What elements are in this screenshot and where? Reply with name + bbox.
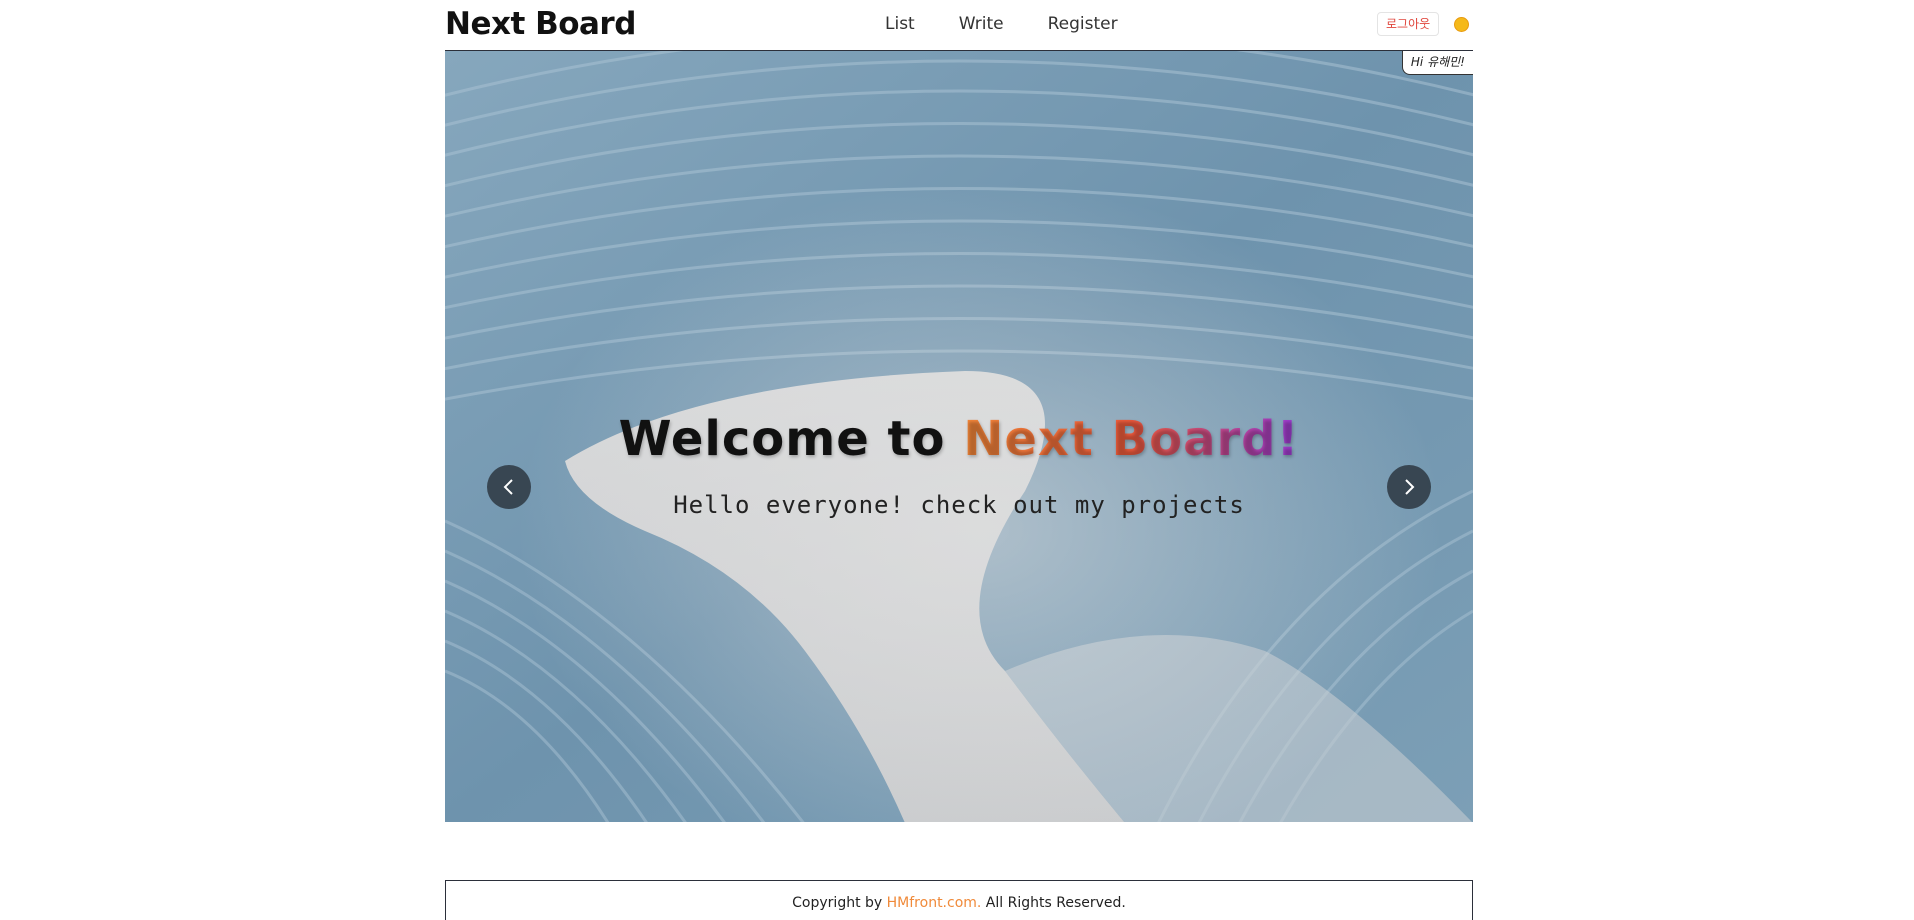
nav-list-link[interactable]: List [885, 14, 915, 34]
chevron-right-icon [1405, 479, 1415, 495]
carousel-next-button[interactable] [1387, 465, 1431, 509]
footer-suffix: All Rights Reserved. [981, 895, 1126, 911]
hero-title-prefix: Welcome to [618, 411, 964, 467]
footer-prefix: Copyright by [792, 895, 887, 911]
main-nav: List Write Register [885, 14, 1118, 34]
nav-register-link[interactable]: Register [1048, 14, 1118, 34]
chevron-left-icon [503, 479, 513, 495]
site-logo[interactable]: Next Board [445, 6, 636, 42]
sun-icon[interactable] [1454, 17, 1469, 32]
nav-write-link[interactable]: Write [959, 14, 1004, 34]
user-greeting: Hi 유해민! [1401, 51, 1473, 75]
hero-title: Welcome to Next Board! [445, 411, 1473, 467]
logout-button[interactable]: 로그아웃 [1377, 12, 1440, 36]
hero-carousel: Hi 유해민! Welcome to Next Board! Hello eve… [445, 50, 1473, 822]
site-footer: Copyright by HMfront.com. All Rights Res… [445, 880, 1473, 920]
site-header: Next Board List Write Register 로그아웃 [445, 0, 1473, 50]
hero-subtitle: Hello everyone! check out my projects [673, 491, 1245, 519]
carousel-prev-button[interactable] [487, 465, 531, 509]
footer-site-link[interactable]: HMfront.com. [887, 895, 982, 911]
hero-title-highlight: Next Board! [963, 411, 1300, 467]
